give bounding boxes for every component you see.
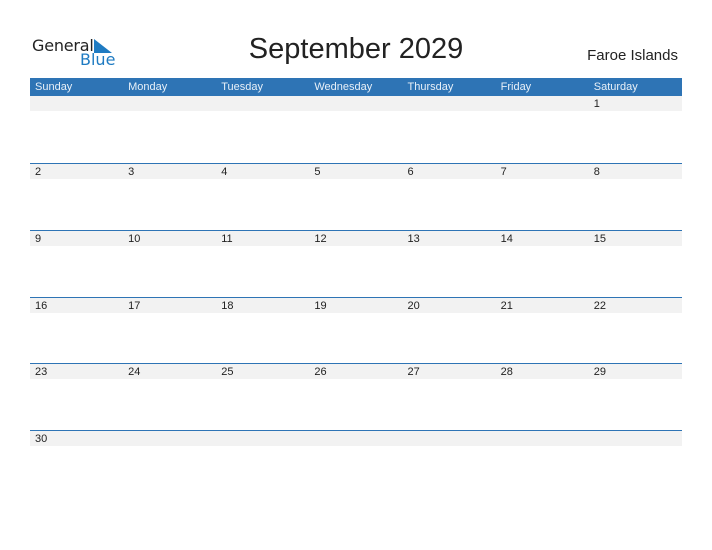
weekday-header: Sunday Monday Tuesday Wednesday Thursday… <box>30 78 682 96</box>
day-cell <box>123 431 216 446</box>
day-cell: 1 <box>593 98 600 110</box>
country-label: Faroe Islands <box>587 47 678 64</box>
day-cell: 22 <box>593 300 606 312</box>
day-cell <box>403 431 496 446</box>
day-cell <box>589 431 682 446</box>
day-cell: 30 <box>35 433 48 445</box>
day-cell: 11 <box>221 233 233 245</box>
weekday-sunday: Sunday <box>35 81 73 93</box>
day-cell: 29 <box>593 366 606 378</box>
weekday-thursday: Thursday <box>407 81 454 93</box>
day-cell: 5 <box>314 166 321 178</box>
day-cell <box>309 96 402 111</box>
day-cell: 13 <box>407 233 420 245</box>
day-cell <box>123 96 216 111</box>
date-strip: 16 17 18 19 20 21 22 <box>30 298 682 313</box>
day-cell <box>30 96 123 111</box>
weekday-wednesday: Wednesday <box>314 81 373 93</box>
day-cell <box>496 96 589 111</box>
day-cell: 17 <box>128 300 141 312</box>
day-cell: 10 <box>128 233 141 245</box>
day-cell: 21 <box>500 300 513 312</box>
day-cell: 27 <box>407 366 420 378</box>
date-strip: 1 <box>30 96 682 111</box>
day-cell <box>403 96 496 111</box>
date-strip: 30 <box>30 431 682 446</box>
day-cell: 20 <box>407 300 420 312</box>
day-cell: 26 <box>314 366 327 378</box>
week-row: 30 <box>30 430 682 498</box>
day-cell <box>216 431 309 446</box>
weekday-monday: Monday <box>128 81 168 93</box>
day-cell: 16 <box>35 300 48 312</box>
week-row: 16 17 18 19 20 21 22 <box>30 297 682 365</box>
day-cell <box>216 96 309 111</box>
day-cell: 28 <box>500 366 513 378</box>
day-cell <box>496 431 589 446</box>
day-cell: 14 <box>500 233 513 245</box>
day-cell: 23 <box>35 366 48 378</box>
weekday-saturday: Saturday <box>593 81 638 93</box>
day-cell: 19 <box>314 300 327 312</box>
day-cell: 15 <box>593 233 606 245</box>
day-cell: 6 <box>407 166 414 178</box>
week-row: 2 3 4 5 6 7 8 <box>30 163 682 231</box>
day-cell: 8 <box>593 166 600 178</box>
date-strip: 23 24 25 26 27 28 29 <box>30 364 682 379</box>
day-cell: 9 <box>35 233 42 245</box>
week-row: 9 10 11 12 13 14 15 <box>30 230 682 298</box>
weekday-tuesday: Tuesday <box>221 81 264 93</box>
week-row: 1 <box>30 96 682 163</box>
day-cell <box>309 431 402 446</box>
weekday-friday: Friday <box>500 81 532 93</box>
day-cell: 25 <box>221 366 234 378</box>
day-cell: 3 <box>128 166 135 178</box>
day-cell: 4 <box>221 166 228 178</box>
date-strip: 9 10 11 12 13 14 15 <box>30 231 682 246</box>
day-cell: 2 <box>35 166 42 178</box>
day-cell: 24 <box>128 366 141 378</box>
day-cell: 18 <box>221 300 234 312</box>
week-row: 23 24 25 26 27 28 29 <box>30 363 682 431</box>
date-strip: 2 3 4 5 6 7 8 <box>30 164 682 179</box>
day-cell: 7 <box>500 166 507 178</box>
day-cell: 12 <box>314 233 327 245</box>
